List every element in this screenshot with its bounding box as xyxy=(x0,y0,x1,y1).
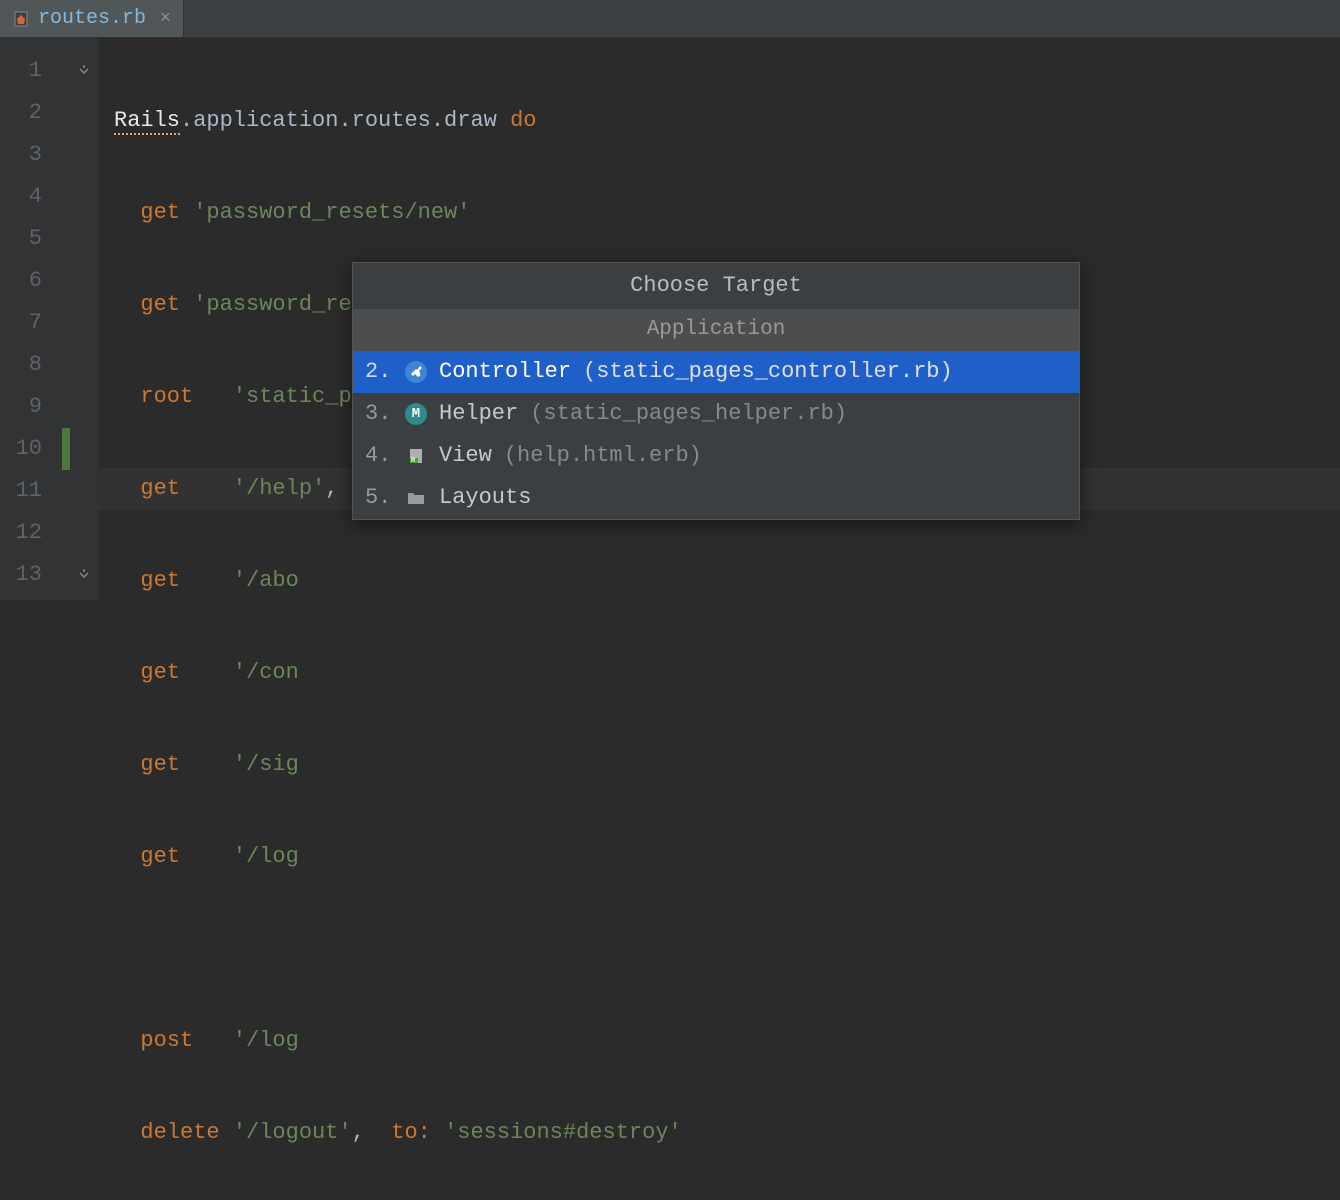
line-number: 10 xyxy=(0,428,62,470)
popup-item-view[interactable]: 4. R View (help.html.erb) xyxy=(353,435,1079,477)
ruby-file-icon xyxy=(12,10,30,28)
popup-item-label: View xyxy=(439,435,492,477)
line-number-gutter: 1 2 3 4 5 6 7 8 9 10 11 12 13 xyxy=(0,38,62,600)
popup-item-number: 5. xyxy=(365,477,393,519)
popup-item-number: 2. xyxy=(365,351,393,393)
line-number: 9 xyxy=(0,386,62,428)
change-indicator-column xyxy=(62,38,70,600)
close-icon[interactable]: × xyxy=(160,9,171,29)
erb-file-icon: R xyxy=(405,445,427,467)
line-number: 1 xyxy=(0,50,62,92)
tab-filename: routes.rb xyxy=(38,7,146,30)
code-line: get '/log xyxy=(114,836,1340,878)
file-tab[interactable]: routes.rb × xyxy=(0,0,184,37)
line-number: 3 xyxy=(0,134,62,176)
svg-text:R: R xyxy=(411,458,416,464)
change-marker xyxy=(62,428,70,470)
popup-item-helper[interactable]: 3. M Helper (static_pages_helper.rb) xyxy=(353,393,1079,435)
popup-title: Choose Target xyxy=(353,263,1079,309)
code-line: Rails.application.routes.draw do xyxy=(114,100,1340,142)
line-number: 2 xyxy=(0,92,62,134)
line-number: 12 xyxy=(0,512,62,554)
popup-item-number: 4. xyxy=(365,435,393,477)
popup-item-label: Controller xyxy=(439,351,571,393)
code-line: delete '/logout', to: 'sessions#destroy' xyxy=(114,1112,1340,1154)
popup-item-label: Helper xyxy=(439,393,518,435)
popup-item-label: Layouts xyxy=(439,477,531,519)
code-line xyxy=(114,928,1340,970)
code-line: post '/log xyxy=(114,1020,1340,1062)
line-number: 5 xyxy=(0,218,62,260)
wrench-icon xyxy=(405,361,427,383)
popup-item-hint: (static_pages_helper.rb) xyxy=(530,393,847,435)
line-number: 6 xyxy=(0,260,62,302)
popup-item-layouts[interactable]: 5. Layouts xyxy=(353,477,1079,519)
fold-toggle-icon[interactable] xyxy=(70,50,98,92)
fold-column xyxy=(70,38,98,600)
line-number: 4 xyxy=(0,176,62,218)
tab-bar: routes.rb × xyxy=(0,0,1340,38)
folder-icon xyxy=(405,487,427,509)
popup-item-controller[interactable]: 2. Controller (static_pages_controller.r… xyxy=(353,351,1079,393)
popup-item-number: 3. xyxy=(365,393,393,435)
line-number: 13 xyxy=(0,554,62,596)
popup-item-hint: (help.html.erb) xyxy=(504,435,702,477)
line-number: 8 xyxy=(0,344,62,386)
line-number: 7 xyxy=(0,302,62,344)
code-line: get '/abo xyxy=(114,560,1340,602)
code-line: get 'password_resets/new' xyxy=(114,192,1340,234)
module-icon: M xyxy=(405,403,427,425)
choose-target-popup: Choose Target Application 2. Controller … xyxy=(352,262,1080,520)
fold-toggle-icon[interactable] xyxy=(70,554,98,596)
popup-item-hint: (static_pages_controller.rb) xyxy=(583,351,953,393)
line-number: 11 xyxy=(0,470,62,512)
popup-section-header: Application xyxy=(353,309,1079,351)
code-line: get '/sig xyxy=(114,744,1340,786)
code-line: get '/con xyxy=(114,652,1340,694)
